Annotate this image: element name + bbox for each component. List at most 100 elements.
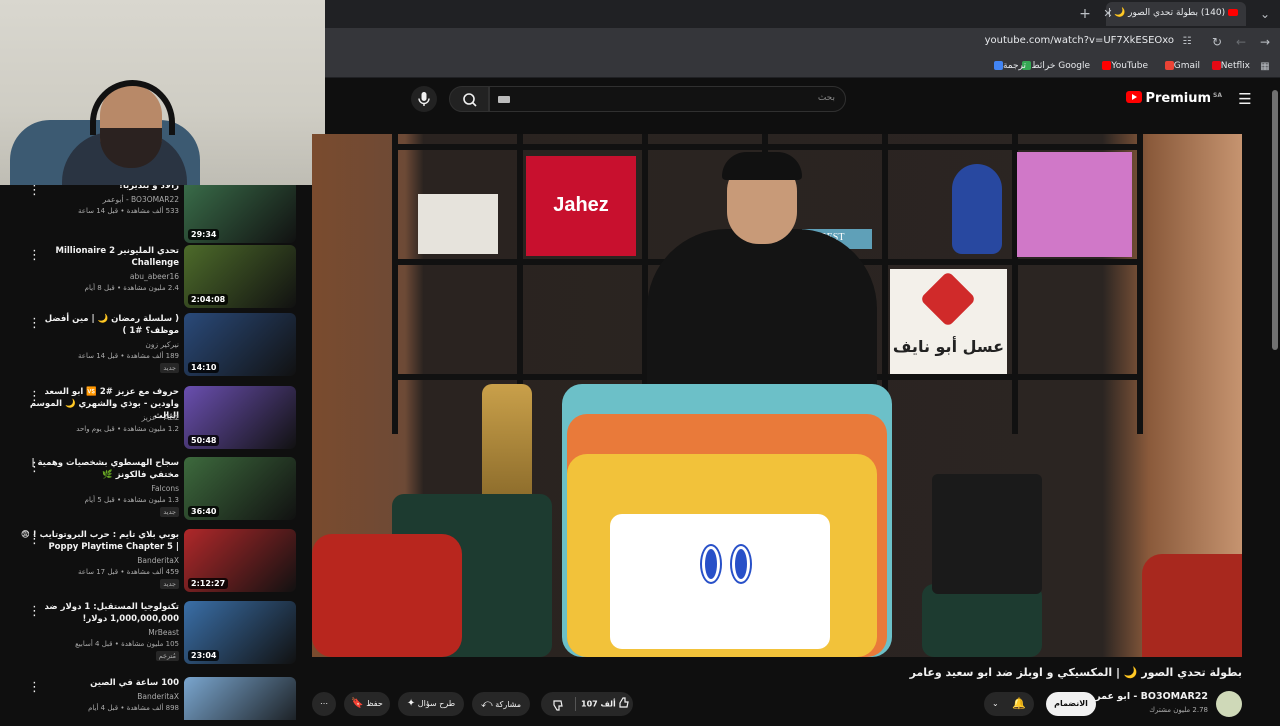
video-player[interactable]: Jahez BEST عسل أبو نايف xyxy=(312,134,1242,657)
channel-avatar[interactable] xyxy=(1216,691,1242,717)
scrollbar-thumb[interactable] xyxy=(1272,90,1278,350)
close-tab-icon[interactable]: ✕ xyxy=(1099,5,1117,23)
recommendation-meta: 2.4 مليون مشاهدة • قبل 8 أيام xyxy=(84,284,179,292)
recommendation-item[interactable]: 50:48 ⋮ حروف مع عزيز #2 🆚 ابو السعد واودين… xyxy=(0,386,312,458)
video-thumbnail[interactable] xyxy=(184,677,296,720)
recommendations-list: 29:34 ⋮ رالاد و بنديربا! BO3OMAR22 - أبوعمر… xyxy=(0,185,312,720)
tab-title: (140) بطولة تحدي الصور 🌙 | ال xyxy=(1106,8,1226,18)
ask-button[interactable]: ✦ طرح سؤال xyxy=(398,692,464,716)
join-button[interactable]: الانضمام xyxy=(1046,692,1096,716)
video-thumbnail[interactable]: 2:04:08 xyxy=(184,245,296,308)
shelf-divider xyxy=(392,134,398,434)
recommendation-title[interactable]: ( سلسلة رمضان 🌙 | مين أفضل موظف؟ #1 ) xyxy=(19,313,179,337)
bookmark-maps[interactable]: خرائط Google xyxy=(1019,61,1090,71)
sparkle-icon: ✦ xyxy=(406,698,416,709)
recommendation-item[interactable]: 23:04 ⋮ تكنولوجيا المستقبل: 1 دولار ضد 1,0… xyxy=(0,601,312,673)
region-code: SA xyxy=(1213,91,1222,99)
video-thumbnail[interactable]: 14:10 xyxy=(184,313,296,376)
bookmark-icon: 🔖 xyxy=(351,698,364,709)
recommendation-meta: 459 ألف مشاهدة • قبل 17 ساعة xyxy=(78,568,179,576)
recommendation-title[interactable]: تكنولوجيا المستقبل: 1 دولار ضد 1,000,000… xyxy=(19,601,179,625)
bookmark-gmail[interactable]: Gmail xyxy=(1162,61,1200,71)
recommendation-channel[interactable]: Aziz - عزيز xyxy=(19,413,179,422)
recommendation-meta: 1.3 مليون مشاهدة • قبل 5 أيام xyxy=(84,496,179,504)
video-thumbnail[interactable]: 36:40 xyxy=(184,457,296,520)
bookmark-youtube[interactable]: YouTube xyxy=(1099,61,1148,71)
apps-grid-icon[interactable]: ▦ xyxy=(1256,58,1274,76)
video-thumbnail[interactable]: 2:12:27 xyxy=(184,529,296,592)
video-thumbnail[interactable]: 50:48 xyxy=(184,386,296,449)
recommendation-meta: 898 ألف مشاهدة • قبل 4 أيام xyxy=(88,704,179,712)
youtube-favicon-icon xyxy=(1228,9,1238,16)
recommendation-meta: 533 ألف مشاهدة • قبل 14 ساعة xyxy=(78,207,179,215)
colorful-desk xyxy=(562,384,892,657)
browser-tab-active[interactable]: (140) بطولة تحدي الصور 🌙 | ال xyxy=(1106,2,1246,26)
recommendation-item[interactable]: 14:10 ⋮( سلسلة رمضان 🌙 | مين أفضل موظف؟ #… xyxy=(0,313,312,385)
more-actions-button[interactable]: ⋯ xyxy=(312,692,336,716)
menu-hamburger-icon[interactable]: ☰ xyxy=(1236,90,1254,108)
recommendation-channel[interactable]: نيركير زون xyxy=(19,340,179,349)
recommendation-item[interactable]: ⋮ 100 ساعة في الصين BanderitaX 898 ألف مشاه… xyxy=(0,677,312,720)
recommendation-item[interactable]: 2:04:08 ⋮ تحدي المليونير 2 Millionaire Cha… xyxy=(0,245,312,317)
search-placeholder: بحث xyxy=(817,93,835,103)
bookmark-netflix[interactable]: Netflix xyxy=(1209,61,1250,71)
recommendation-item[interactable]: 36:40 ⋮ سجاح الهسطوي بشخصيات وهمية | مختفي… xyxy=(0,457,312,529)
forward-icon[interactable]: → xyxy=(1256,33,1274,51)
mascot-eye-icon xyxy=(730,544,752,584)
voice-search-button[interactable] xyxy=(411,86,437,112)
netflix-icon xyxy=(1211,61,1221,70)
recommendation-item[interactable]: 29:34 ⋮ رالاد و بنديربا! BO3OMAR22 - أبوعمر… xyxy=(0,185,312,252)
red-chair xyxy=(312,534,462,657)
share-button[interactable]: ⤺ مشاركة xyxy=(472,692,530,716)
recommendation-title[interactable]: تحدي المليونير 2 Millionaire Challenge xyxy=(19,245,179,269)
page-scrollbar[interactable] xyxy=(1270,80,1280,720)
new-tab-icon[interactable]: + xyxy=(1076,5,1094,23)
recommendation-item[interactable]: 2:12:27 ⋮ بوبي بلاي تايم : حرب البروتوتايب… xyxy=(0,529,312,601)
duration-badge: 29:34 xyxy=(188,229,220,240)
dislike-button[interactable] xyxy=(547,692,571,726)
honey-box: عسل أبو نايف xyxy=(890,269,1007,374)
back-icon[interactable]: ← xyxy=(1232,33,1250,51)
save-button[interactable]: 🔖 حفظ xyxy=(344,692,390,716)
recommendation-title[interactable]: 100 ساعة في الصين xyxy=(19,677,179,689)
keyboard-icon[interactable] xyxy=(498,96,510,103)
recommendation-title[interactable]: رالاد و بنديربا! xyxy=(19,185,179,192)
thumbs-up-icon xyxy=(619,697,630,708)
reload-icon[interactable]: ↻ xyxy=(1208,33,1226,51)
recommendation-channel[interactable]: Falcons xyxy=(19,484,179,493)
recommendation-title[interactable]: سجاح الهسطوي بشخصيات وهمية | مختفي فالكو… xyxy=(19,457,179,481)
gmail-icon xyxy=(1164,61,1174,70)
video-thumbnail[interactable]: 29:34 xyxy=(184,185,296,243)
bookmark-translate[interactable]: ترجمة xyxy=(991,61,1026,71)
translate-icon xyxy=(993,61,1003,70)
new-badge: جديد xyxy=(160,579,179,589)
video-thumbnail[interactable]: 23:04 xyxy=(184,601,296,664)
duration-badge: 2:12:27 xyxy=(188,578,229,589)
pink-box xyxy=(1017,152,1132,257)
recommendation-meta: 105 مليون مشاهدة • قبل 4 أسابيع xyxy=(75,640,179,648)
recommendation-channel[interactable]: BO3OMAR22 - أبوعمر xyxy=(19,195,179,204)
like-button[interactable]: 107 ألف xyxy=(581,692,631,717)
search-input[interactable]: بحث xyxy=(489,86,846,112)
recommendation-channel[interactable]: BanderitaX xyxy=(19,692,179,701)
presenter-cap xyxy=(722,152,802,180)
tab-search-icon[interactable]: ⌄ xyxy=(1256,5,1274,23)
subscriber-count: 2.78 مليون مشترك xyxy=(1149,706,1208,714)
video-title: بطولة تحدي الصور 🌙 | المكسيكي و اوبلز ضد… xyxy=(909,666,1242,679)
url-field[interactable]: youtube.com/watch?v=UF7XkESEOxo xyxy=(985,35,1174,46)
youtube-premium-logo[interactable]: Premium SA xyxy=(1126,91,1222,106)
duration-badge: 36:40 xyxy=(188,506,220,517)
search-button[interactable] xyxy=(449,86,489,112)
channel-name[interactable]: BO3OMAR22 - ابو عمر ● xyxy=(1084,691,1208,702)
microphone-icon xyxy=(418,92,430,106)
webcam-overlay xyxy=(0,0,325,185)
subscribed-bell-button[interactable]: ⌄ 🔔 xyxy=(984,692,1034,716)
recommendation-title[interactable]: بوبي بلاي تايم : حرب البروتوتايب ! 😨 | P… xyxy=(19,529,179,553)
site-settings-icon[interactable]: ☷ xyxy=(1178,33,1196,51)
mascot-eye-icon xyxy=(700,544,722,584)
duration-badge: 50:48 xyxy=(188,435,220,446)
recommendation-channel[interactable]: abu_abeer16 xyxy=(19,272,179,281)
recommendation-channel[interactable]: MrBeast xyxy=(19,628,179,637)
recommendation-channel[interactable]: BanderitaX xyxy=(19,556,179,565)
subtitle-badge: مُترجَم xyxy=(155,651,179,661)
